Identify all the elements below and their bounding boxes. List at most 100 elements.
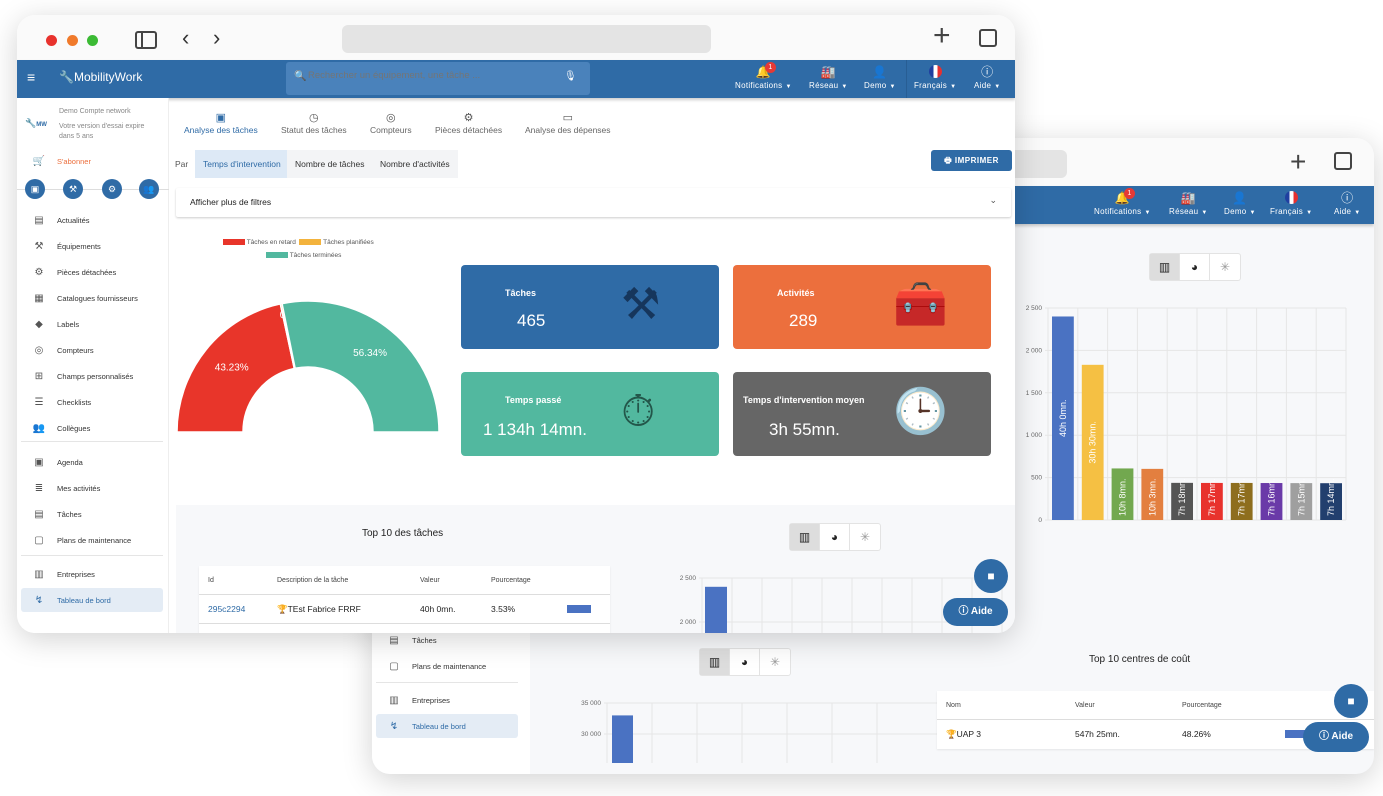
sidebar-item-label: Checklists bbox=[57, 397, 92, 407]
nav-network[interactable]: 🏭 Réseau ▼ bbox=[1169, 191, 1208, 216]
radar-chart-icon[interactable]: ✳ bbox=[760, 649, 790, 675]
wrench-logo-icon: 🔧 bbox=[25, 118, 37, 128]
nav-help[interactable]: ⓘ Aide ▼ bbox=[974, 65, 1000, 90]
sidebar-item-2[interactable]: ⚙ Pièces détachées bbox=[21, 260, 163, 284]
maintenance-plan-icon: ▢ bbox=[389, 660, 399, 672]
sidebar-item-7[interactable]: ☰ Checklists bbox=[21, 390, 163, 414]
subscribe-link[interactable]: 🛒 S'abonner bbox=[21, 149, 163, 173]
pie-chart-icon[interactable]: ◕ bbox=[820, 524, 850, 550]
sidebar-item-5[interactable]: ◎ Compteurs bbox=[21, 338, 163, 362]
video-button[interactable]: ■ bbox=[974, 559, 1008, 593]
bar-label-9: 7h 14mn. bbox=[1326, 478, 1336, 516]
segment-nombre-activites[interactable]: Nombre d'activités bbox=[372, 150, 458, 178]
radar-chart-icon[interactable]: ✳ bbox=[1210, 254, 1240, 280]
tabs-overview-icon[interactable] bbox=[979, 29, 997, 47]
brand-logo[interactable]: 🔧MobilityWork bbox=[59, 70, 142, 84]
tab-analyse-taches[interactable]: ▣ Analyse des tâches bbox=[184, 111, 258, 135]
kpi-title: Tâches bbox=[505, 288, 537, 298]
notification-badge: 1 bbox=[765, 62, 776, 73]
help-button[interactable]: ⓘ Aide bbox=[943, 598, 1008, 626]
sidebar-item-9[interactable]: ▣ Agenda bbox=[21, 450, 163, 474]
sidebar-item-tableau[interactable]: ↯ Tableau de bord bbox=[376, 714, 518, 738]
tab-label: Analyse des tâches bbox=[184, 125, 258, 135]
video-button[interactable]: ■ bbox=[1334, 684, 1368, 718]
chart-type-toggle: ▥ ◕ ✳ bbox=[1149, 253, 1241, 281]
sidebar-item-14[interactable]: ↯ Tableau de bord bbox=[21, 588, 163, 612]
printer-icon: 🖶 bbox=[944, 156, 955, 165]
bar-chart-icon[interactable]: ▥ bbox=[700, 649, 730, 675]
nav-notifications[interactable]: 🔔 1 Notifications ▼ bbox=[1094, 188, 1151, 216]
forward-icon[interactable]: › bbox=[213, 25, 220, 51]
address-bar[interactable] bbox=[342, 25, 711, 53]
bar-chart-icon[interactable]: ▥ bbox=[790, 524, 820, 550]
microphone-icon[interactable]: 🎙 bbox=[564, 71, 577, 82]
tab-statut-taches[interactable]: ◷ Statut des tâches bbox=[281, 111, 347, 135]
maximize-window-button[interactable] bbox=[87, 35, 98, 46]
sidebar-item-6[interactable]: ⊞ Champs personnalisés bbox=[21, 364, 163, 388]
cost-center-value: 547h 25mn. bbox=[1075, 729, 1120, 739]
cost-center-name: UAP 3 bbox=[956, 729, 982, 739]
help-button[interactable]: ⓘ Aide bbox=[1303, 722, 1369, 752]
nav-help[interactable]: ⓘ Aide ▼ bbox=[1334, 191, 1360, 216]
nav-user[interactable]: 👤 Demo ▼ bbox=[864, 65, 896, 90]
nav-network[interactable]: 🏭 Réseau ▼ bbox=[809, 65, 848, 90]
radar-chart-icon[interactable]: ✳ bbox=[850, 524, 880, 550]
pie-chart-icon[interactable]: ◕ bbox=[730, 649, 760, 675]
sidebar-item-plans[interactable]: ▢ Plans de maintenance bbox=[376, 654, 518, 678]
account-name: Demo Compte network bbox=[59, 108, 131, 115]
kpi-value: 465 bbox=[517, 311, 546, 330]
print-button[interactable]: 🖶 IMPRIMER bbox=[931, 150, 1012, 171]
calendar-icon: ▣ bbox=[34, 456, 44, 468]
sidebar-item-0[interactable]: ▤ Actualités bbox=[21, 208, 163, 232]
nav-notifications[interactable]: 🔔 1 Notifications ▼ bbox=[735, 62, 792, 90]
tab-depenses[interactable]: ▭ Analyse des dépenses bbox=[525, 111, 611, 135]
bar-chart-icon[interactable]: ▥ bbox=[1150, 254, 1180, 280]
search-input[interactable] bbox=[308, 70, 548, 81]
new-tab-icon[interactable]: + bbox=[933, 21, 951, 51]
cost-center-percent: 48.26% bbox=[1182, 729, 1211, 739]
sidebar-item-12[interactable]: ▢ Plans de maintenance bbox=[21, 528, 163, 552]
parts-shortcut-icon[interactable]: ⚙ bbox=[102, 179, 122, 199]
sidebar-item-8[interactable]: 👥 Collègues bbox=[21, 416, 163, 440]
nav-user[interactable]: 👤 Demo ▼ bbox=[1224, 191, 1256, 216]
nav-language[interactable]: Français ▼ bbox=[914, 65, 956, 90]
y-tick-label: 35 000 bbox=[581, 700, 601, 707]
sidebar-item-10[interactable]: ≣ Mes activités bbox=[21, 476, 163, 500]
sidebar-item-entreprises[interactable]: ▥ Entreprises bbox=[376, 688, 518, 712]
segment-nombre-taches[interactable]: Nombre de tâches bbox=[287, 150, 373, 178]
hamburger-menu-icon[interactable]: ≡ bbox=[27, 69, 35, 85]
sidebar-item-1[interactable]: ⚒ Équipements bbox=[21, 234, 163, 258]
user-icon: 👤 bbox=[872, 65, 888, 79]
y-tick-label: 2 500 bbox=[680, 575, 697, 582]
sidebar-item-label: Catalogues fournisseurs bbox=[57, 293, 138, 303]
tabs-overview-icon[interactable] bbox=[1334, 152, 1352, 170]
new-tab-icon[interactable]: + bbox=[1290, 148, 1306, 176]
top-tasks-title: Top 10 des tâches bbox=[362, 528, 444, 539]
table-row[interactable]: 🏆UAP 3 bbox=[946, 729, 981, 740]
task-shortcut-icon[interactable]: ▣ bbox=[25, 179, 45, 199]
trial-notice: Votre version d'essai expire dans 5 ans bbox=[59, 123, 145, 140]
sidebar-item-4[interactable]: ◆ Labels bbox=[21, 312, 163, 336]
task-id-link[interactable]: 295c2294 bbox=[208, 604, 245, 614]
nav-language[interactable]: Français ▼ bbox=[1270, 191, 1312, 216]
tab-pieces[interactable]: ⚙ Pièces détachées bbox=[435, 111, 502, 135]
pie-chart-icon[interactable]: ◕ bbox=[1180, 254, 1210, 280]
equipment-shortcut-icon[interactable]: ⚒ bbox=[63, 179, 83, 199]
close-window-button[interactable] bbox=[46, 35, 57, 46]
sidebar-toggle-icon[interactable] bbox=[135, 31, 157, 49]
gauge-icon: ◎ bbox=[34, 344, 44, 356]
segment-temps-intervention[interactable]: Temps d'intervention bbox=[195, 150, 289, 178]
column-header: Pourcentage bbox=[491, 577, 531, 584]
minimize-window-button[interactable] bbox=[67, 35, 78, 46]
sidebar-item-label: Plans de maintenance bbox=[412, 661, 487, 671]
back-icon[interactable]: ‹ bbox=[182, 25, 189, 51]
colleagues-shortcut-icon[interactable]: 👥 bbox=[139, 179, 159, 199]
more-filters-panel[interactable]: Afficher plus de filtres ⌄ bbox=[176, 188, 1011, 217]
sidebar-item-11[interactable]: ▤ Tâches bbox=[21, 502, 163, 526]
sidebar-item-3[interactable]: ▦ Catalogues fournisseurs bbox=[21, 286, 163, 310]
donut-slice-2 bbox=[281, 300, 440, 433]
search-bar[interactable]: 🔍 🎙 bbox=[286, 62, 590, 95]
sidebar-item-13[interactable]: ▥ Entreprises bbox=[21, 562, 163, 586]
tab-compteurs[interactable]: ◎ Compteurs bbox=[370, 111, 412, 135]
gears-icon: ⚙ bbox=[463, 112, 474, 124]
